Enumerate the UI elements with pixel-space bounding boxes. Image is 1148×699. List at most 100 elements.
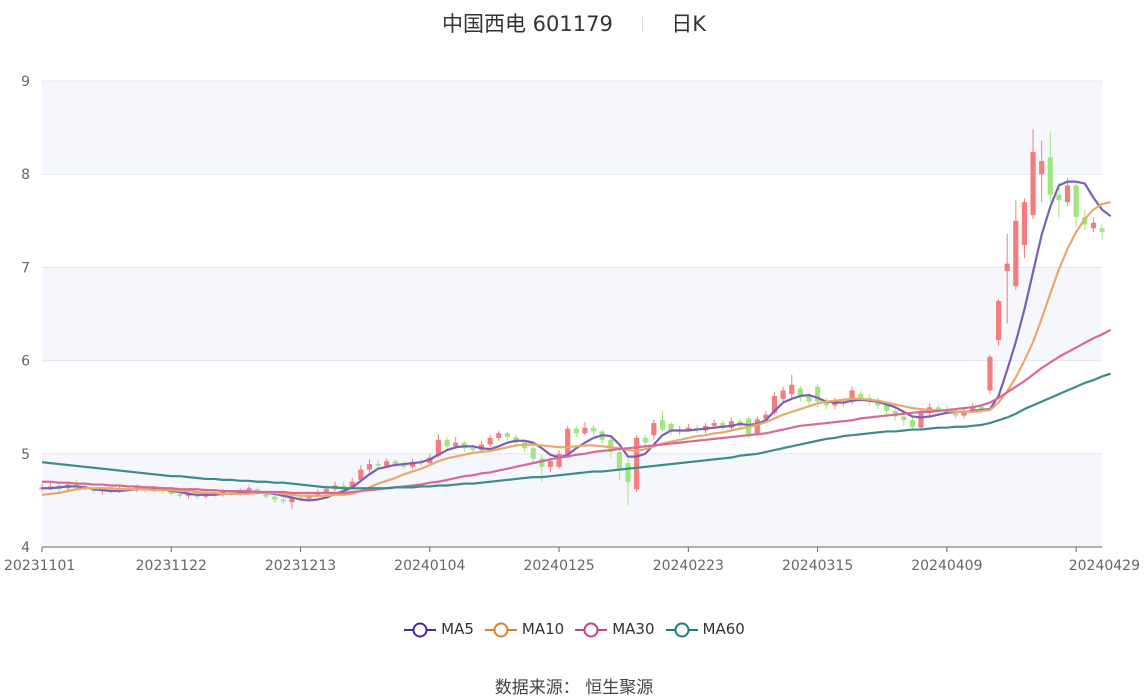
y-axis-ticks: 4 5 6 7 8 9 bbox=[21, 74, 30, 556]
candle-body bbox=[496, 433, 502, 438]
x-tick-label: 20240125 bbox=[523, 558, 594, 574]
candle-body bbox=[504, 433, 510, 438]
candle bbox=[1090, 217, 1096, 232]
candle-body bbox=[789, 384, 795, 395]
x-tick-label: 20231101 bbox=[4, 558, 75, 574]
candle bbox=[582, 422, 588, 436]
legend-marker-icon bbox=[404, 622, 437, 638]
candle bbox=[487, 435, 493, 448]
candle-body bbox=[935, 407, 941, 410]
y-tick-label: 8 bbox=[21, 167, 30, 183]
candle bbox=[522, 440, 528, 452]
candle-body bbox=[375, 464, 381, 466]
candle-body bbox=[659, 420, 666, 430]
candle-body bbox=[487, 437, 493, 445]
x-axis: 20231101 20231122 20231213 20240104 20240125… bbox=[4, 546, 1140, 574]
candle-body bbox=[1073, 185, 1079, 218]
candle-body bbox=[590, 427, 597, 432]
candle bbox=[496, 430, 502, 441]
candle-body bbox=[616, 451, 622, 471]
y-tick-label: 7 bbox=[21, 260, 30, 276]
candle-body bbox=[1090, 222, 1096, 229]
candle bbox=[996, 299, 1002, 346]
candle bbox=[478, 440, 485, 452]
candle bbox=[823, 397, 829, 410]
candle-body bbox=[883, 405, 890, 411]
x-tick-label: 20240429 bbox=[1069, 558, 1140, 574]
legend-label: MA5 bbox=[441, 620, 474, 639]
candle-body bbox=[918, 412, 924, 428]
candle-body bbox=[453, 442, 459, 447]
x-tick-label: 20231122 bbox=[136, 558, 207, 574]
candle-body bbox=[392, 461, 398, 465]
candle-body bbox=[366, 464, 373, 470]
candle bbox=[1099, 224, 1105, 240]
legend-label: MA30 bbox=[612, 620, 655, 639]
candle bbox=[659, 410, 666, 432]
candle bbox=[987, 355, 993, 395]
legend-label: MA10 bbox=[521, 620, 565, 639]
candle-body bbox=[996, 300, 1002, 341]
candle-body bbox=[1004, 263, 1010, 272]
candle-body bbox=[634, 437, 640, 490]
candle bbox=[668, 422, 674, 436]
candle bbox=[1073, 181, 1079, 227]
candle-body bbox=[625, 463, 631, 482]
candle-body bbox=[1013, 220, 1019, 287]
candle bbox=[599, 429, 605, 445]
candle bbox=[909, 416, 915, 430]
legend-item-ma60[interactable]: MA60 bbox=[665, 620, 745, 639]
grid-bands bbox=[42, 81, 1102, 547]
candle bbox=[780, 386, 786, 403]
candle-body bbox=[470, 448, 476, 451]
legend-marker-icon bbox=[665, 622, 698, 638]
legend-item-ma10[interactable]: MA10 bbox=[484, 620, 564, 639]
candle-body bbox=[1030, 151, 1036, 216]
legend-item-ma30[interactable]: MA30 bbox=[574, 620, 655, 639]
candle-body bbox=[711, 423, 717, 426]
grid-band bbox=[42, 267, 1102, 361]
candle bbox=[590, 424, 597, 436]
legend-marker-icon bbox=[575, 622, 608, 638]
y-tick-label: 9 bbox=[21, 74, 30, 90]
x-tick-label: 20240104 bbox=[394, 558, 465, 574]
y-tick-label: 5 bbox=[21, 447, 30, 463]
legend-label: MA60 bbox=[702, 620, 745, 639]
x-tick-label: 20240223 bbox=[653, 558, 724, 574]
candle bbox=[1013, 200, 1019, 290]
candle-body bbox=[806, 396, 812, 402]
candle bbox=[573, 425, 579, 438]
candle-body bbox=[642, 437, 648, 443]
candle bbox=[1021, 198, 1028, 259]
legend: MA5 MA10 MA30 MA60 bbox=[0, 620, 1148, 639]
candle bbox=[634, 435, 640, 493]
candle-body bbox=[858, 394, 864, 398]
candle-body bbox=[1064, 185, 1071, 203]
y-tick-label: 4 bbox=[21, 540, 30, 556]
candle-body bbox=[909, 420, 915, 427]
candle bbox=[728, 417, 735, 430]
candle-body bbox=[177, 493, 183, 496]
candle-body bbox=[1099, 228, 1105, 232]
candle-body bbox=[1039, 161, 1045, 175]
candle bbox=[720, 420, 726, 431]
candle-body bbox=[651, 423, 657, 436]
candle-body bbox=[272, 496, 278, 500]
candle-body bbox=[530, 448, 536, 459]
legend-marker-icon bbox=[484, 622, 517, 638]
candle-body bbox=[565, 428, 571, 454]
legend-item-ma5[interactable]: MA5 bbox=[403, 620, 474, 639]
candle-body bbox=[1047, 157, 1053, 195]
candle-body bbox=[547, 461, 554, 467]
candle bbox=[797, 385, 803, 402]
candle bbox=[556, 450, 562, 469]
candle-body bbox=[780, 390, 786, 399]
candle-body bbox=[1021, 202, 1028, 246]
candle bbox=[504, 431, 510, 440]
candle-body bbox=[384, 461, 390, 466]
candle-body bbox=[987, 356, 993, 391]
candle-body bbox=[573, 428, 579, 434]
grid-band bbox=[42, 81, 1102, 175]
candle bbox=[651, 419, 657, 440]
candle bbox=[789, 374, 795, 398]
